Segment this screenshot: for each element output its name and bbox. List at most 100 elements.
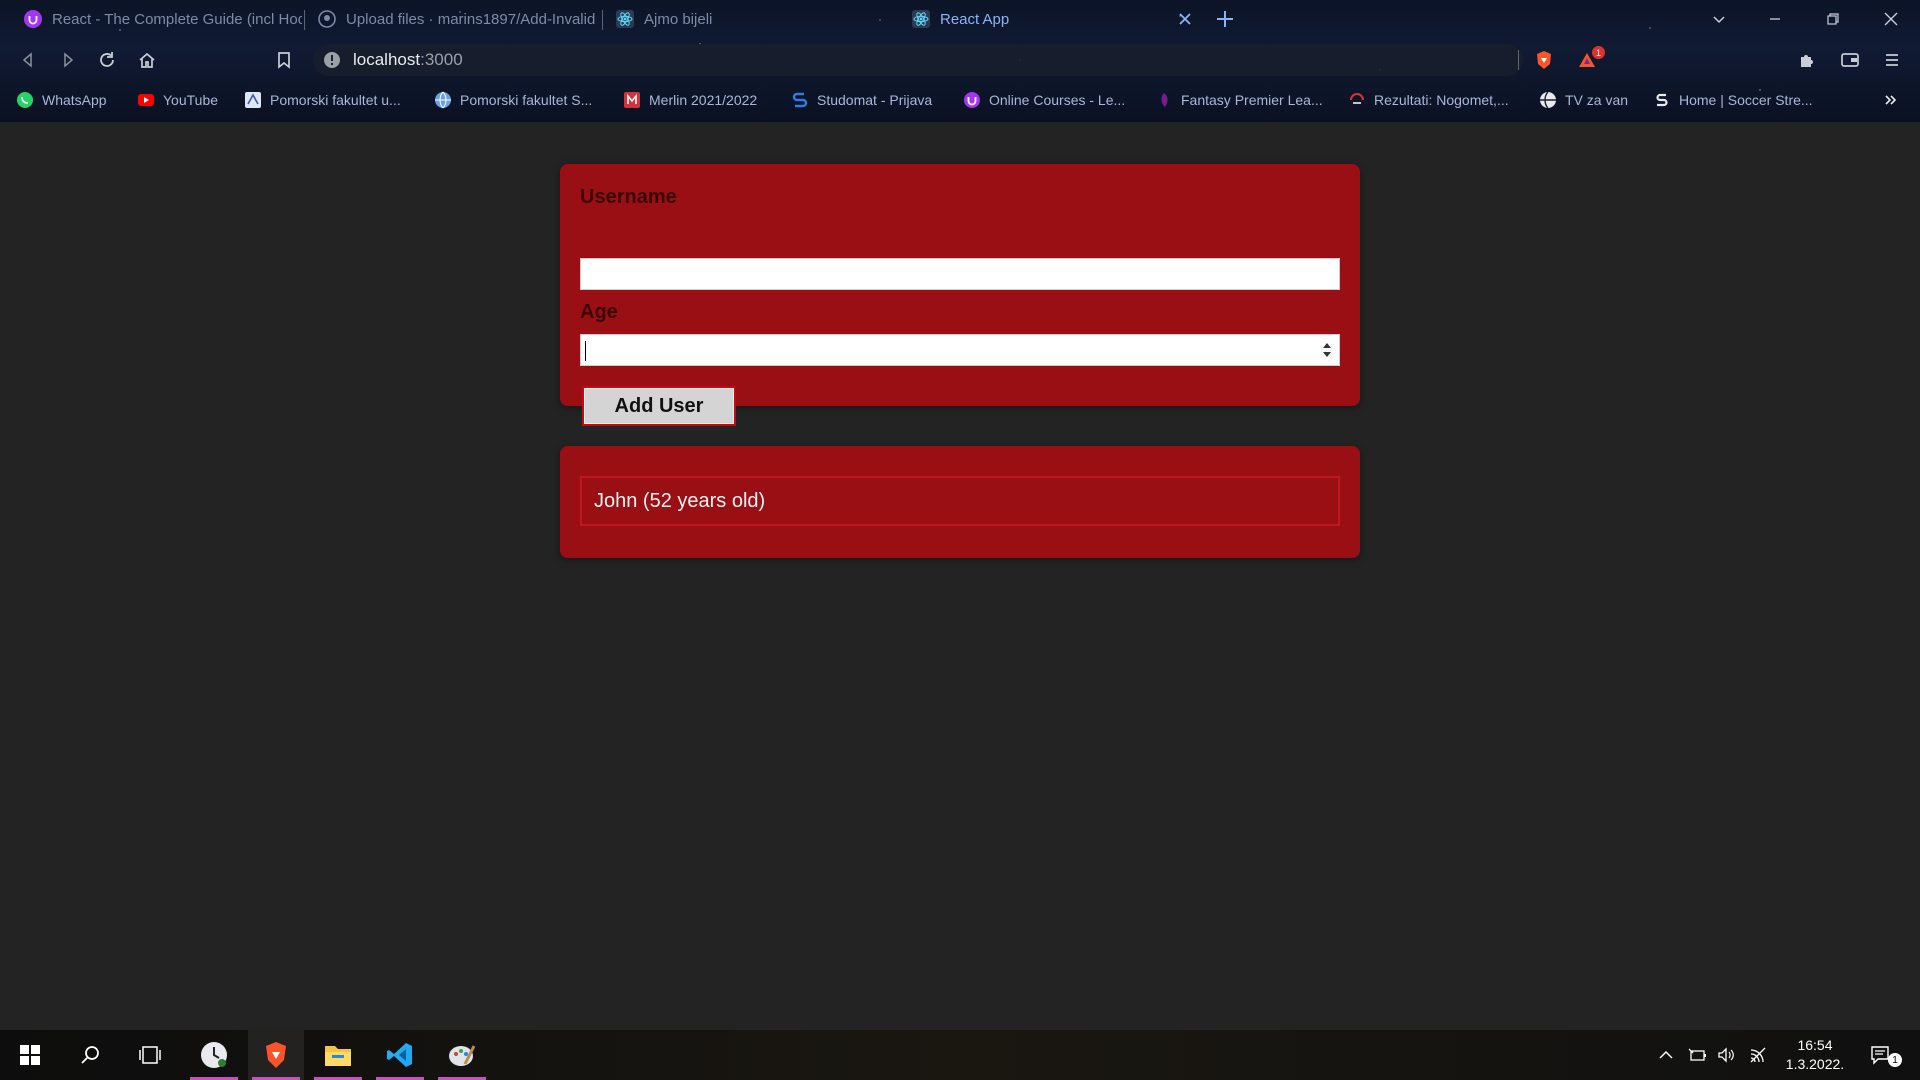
brave-browser-icon bbox=[266, 1042, 286, 1068]
bookmark-label: Fantasy Premier Lea... bbox=[1181, 92, 1323, 108]
folder-icon bbox=[325, 1046, 351, 1066]
extensions-button[interactable] bbox=[1795, 48, 1819, 72]
bookmark-button[interactable] bbox=[272, 48, 296, 72]
brave-lion-icon bbox=[1537, 51, 1551, 69]
bookmarks-overflow-button[interactable] bbox=[1884, 86, 1898, 114]
back-icon bbox=[22, 52, 32, 68]
udemy-icon bbox=[24, 10, 42, 28]
merlin-icon bbox=[624, 92, 640, 108]
add-user-button[interactable]: Add User bbox=[584, 388, 734, 424]
page-viewport: Username Age Add User John (52 years old… bbox=[0, 122, 1920, 1030]
taskbar-app-clock[interactable] bbox=[186, 1030, 242, 1080]
users-list: John (52 years old) bbox=[560, 446, 1360, 558]
bookmark-fantasy-pl[interactable]: Fantasy Premier Lea... bbox=[1155, 86, 1323, 114]
bookmark-label: Rezultati: Nogomet,... bbox=[1374, 92, 1509, 108]
tab-separator bbox=[304, 10, 305, 30]
bookmark-online-courses[interactable]: Online Courses - Le... bbox=[963, 86, 1125, 114]
close-tab-icon[interactable] bbox=[1175, 9, 1195, 29]
restore-button[interactable] bbox=[1818, 6, 1848, 32]
bookmark-merlin[interactable]: Merlin 2021/2022 bbox=[623, 86, 757, 114]
globe-icon bbox=[1540, 91, 1556, 109]
start-button[interactable] bbox=[2, 1030, 58, 1080]
taskbar-app-explorer[interactable] bbox=[310, 1030, 366, 1080]
search-icon bbox=[81, 1046, 99, 1064]
site-info-icon[interactable] bbox=[323, 51, 341, 69]
url-port: :3000 bbox=[420, 50, 463, 69]
username-input[interactable] bbox=[580, 258, 1340, 290]
minimize-button[interactable] bbox=[1760, 6, 1790, 32]
wallet-button[interactable] bbox=[1838, 48, 1862, 72]
bookmark-label: Merlin 2021/2022 bbox=[649, 92, 758, 108]
notification-count: 1 bbox=[1888, 1053, 1902, 1067]
tab-github-upload[interactable]: Upload files · marins1897/Add-Invalid bbox=[306, 0, 598, 38]
bookmark-studomat[interactable]: Studomat - Prijava bbox=[791, 86, 932, 114]
task-view-button[interactable] bbox=[122, 1030, 178, 1080]
age-label: Age bbox=[580, 301, 618, 323]
wifi-icon[interactable] bbox=[1748, 1045, 1768, 1065]
udemy-icon bbox=[964, 92, 980, 108]
restore-icon bbox=[1827, 13, 1839, 25]
bookmark-label: Online Courses - Le... bbox=[989, 92, 1126, 108]
bookmark-label: Studomat - Prijava bbox=[817, 92, 933, 108]
close-window-button[interactable] bbox=[1876, 6, 1906, 32]
tray-chevron-up-icon[interactable] bbox=[1656, 1045, 1676, 1065]
number-spinner-icon[interactable] bbox=[1321, 339, 1333, 361]
address-separator bbox=[1518, 50, 1519, 70]
rewards-badge: 1 bbox=[1592, 46, 1605, 59]
bookmark-icon bbox=[278, 52, 290, 69]
menu-button[interactable] bbox=[1880, 48, 1904, 72]
new-tab-icon[interactable] bbox=[1214, 8, 1236, 30]
taskbar-app-brave[interactable] bbox=[248, 1030, 304, 1080]
tab-title: React - The Complete Guide (incl Hoo bbox=[52, 10, 302, 28]
bookmark-youtube[interactable]: YouTube bbox=[137, 86, 218, 114]
whatsapp-icon bbox=[17, 92, 33, 108]
clock-time: 16:54 bbox=[1797, 1037, 1833, 1053]
home-button[interactable] bbox=[135, 48, 159, 72]
bookmark-pomorski-1[interactable]: Pomorski fakultet u... bbox=[244, 86, 401, 114]
bookmark-tv-za-van[interactable]: TV za van bbox=[1539, 86, 1628, 114]
system-clock[interactable]: 16:54 1.3.2022. bbox=[1780, 1036, 1850, 1074]
username-label: Username bbox=[580, 186, 677, 208]
brave-shields-button[interactable] bbox=[1532, 48, 1556, 72]
browser-chrome: React - The Complete Guide (incl Hoo Upl… bbox=[0, 0, 1920, 122]
bookmark-label: TV za van bbox=[1565, 92, 1629, 108]
bookmark-label: YouTube bbox=[163, 92, 219, 108]
battery-icon[interactable] bbox=[1688, 1045, 1708, 1065]
brave-rewards-button[interactable]: 1 bbox=[1574, 46, 1605, 72]
taskbar-app-vscode[interactable] bbox=[372, 1030, 428, 1080]
bookmark-label: Pomorski fakultet u... bbox=[270, 92, 401, 108]
tab-react-course[interactable]: React - The Complete Guide (incl Hoo bbox=[12, 0, 302, 38]
tab-search-button[interactable] bbox=[1704, 6, 1734, 32]
search-button[interactable] bbox=[62, 1030, 118, 1080]
taskbar-app-paint[interactable] bbox=[434, 1030, 490, 1080]
bookmark-label: Pomorski fakultet S... bbox=[460, 92, 593, 108]
s-icon bbox=[1656, 93, 1668, 107]
minimize-icon bbox=[1770, 18, 1780, 20]
close-icon bbox=[1884, 12, 1898, 26]
flashscore-icon bbox=[1350, 93, 1364, 104]
paint-icon bbox=[449, 1045, 476, 1066]
bookmark-pomorski-2[interactable]: Pomorski fakultet S... bbox=[434, 86, 592, 114]
react-icon bbox=[912, 10, 930, 28]
back-button[interactable] bbox=[16, 48, 40, 72]
bookmark-whatsapp[interactable]: WhatsApp bbox=[16, 86, 107, 114]
tab-react-app[interactable]: React App bbox=[900, 0, 1190, 38]
studomat-icon bbox=[792, 92, 808, 108]
action-center-button[interactable]: 1 bbox=[1870, 1045, 1902, 1067]
url-text: localhost:3000 bbox=[353, 50, 463, 70]
text-caret bbox=[585, 341, 586, 361]
tab-title: Upload files · marins1897/Add-Invalid bbox=[346, 10, 596, 28]
forward-button[interactable] bbox=[56, 48, 80, 72]
taskbar: 16:54 1.3.2022. 1 bbox=[0, 1030, 1920, 1080]
tab-ajmo-bijeli[interactable]: Ajmo bijeli bbox=[604, 0, 904, 38]
windows-icon bbox=[20, 1045, 40, 1065]
age-input[interactable] bbox=[580, 334, 1340, 366]
volume-icon[interactable] bbox=[1716, 1045, 1736, 1065]
home-icon bbox=[139, 52, 155, 68]
tab-title: Ajmo bijeli bbox=[644, 10, 713, 28]
task-view-icon bbox=[139, 1046, 161, 1064]
address-bar[interactable]: localhost:3000 bbox=[313, 44, 1523, 76]
bookmark-rezultati[interactable]: Rezultati: Nogomet,... bbox=[1348, 86, 1509, 114]
bookmark-soccer-streams[interactable]: Home | Soccer Stre... bbox=[1653, 86, 1813, 114]
reload-button[interactable] bbox=[95, 48, 119, 72]
